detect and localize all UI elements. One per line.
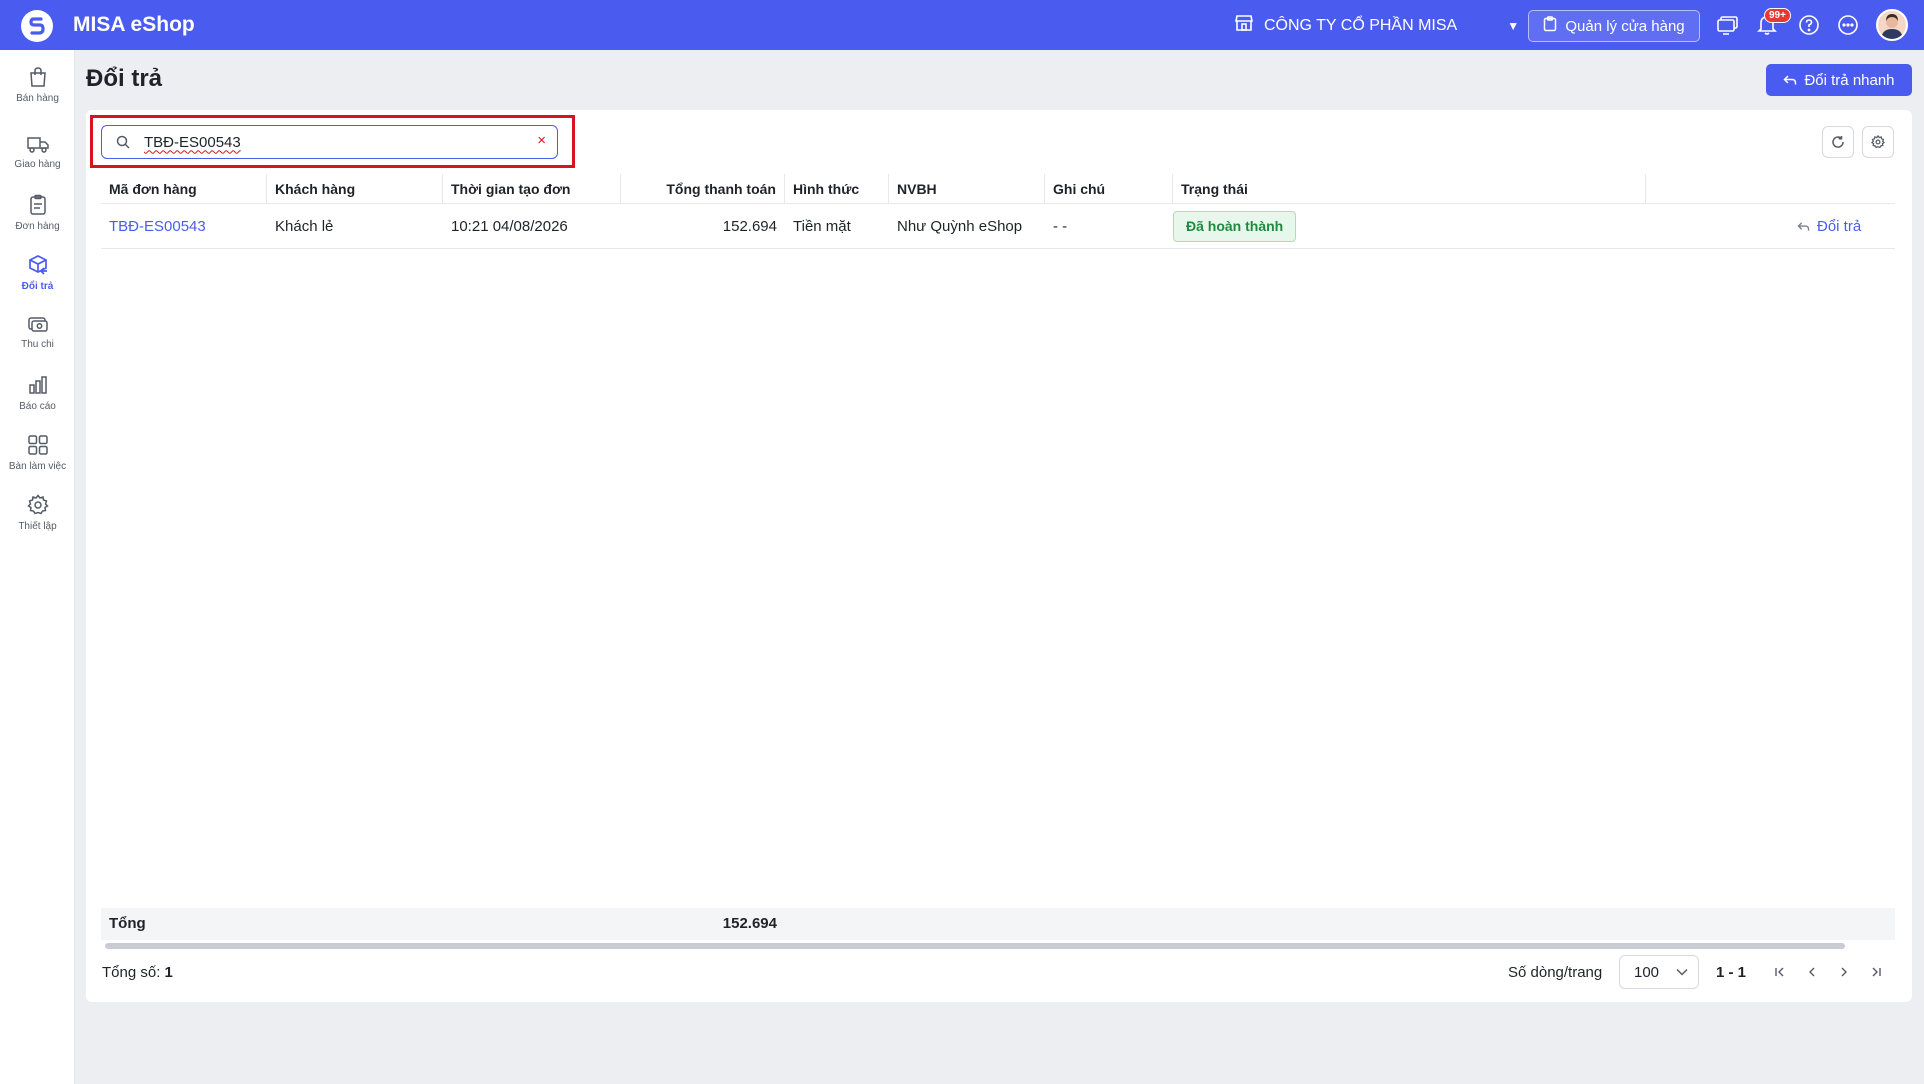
total-count-label: Tổng số: bbox=[102, 964, 161, 981]
column-header-note[interactable]: Ghi chú bbox=[1045, 174, 1173, 204]
sidebar-item-settings[interactable]: Thiết lập bbox=[0, 494, 75, 546]
column-header-staff[interactable]: NVBH bbox=[889, 174, 1045, 204]
search-value: TBĐ-ES00543 bbox=[144, 133, 241, 151]
quick-return-button[interactable]: Đổi trả nhanh bbox=[1766, 64, 1912, 96]
sidebar: Bán hàng Giao hàng Đơn hàng Đổi trả Thu … bbox=[0, 50, 75, 1084]
more-options-icon[interactable] bbox=[1836, 13, 1860, 37]
chevron-down-icon: ▼ bbox=[1507, 18, 1520, 33]
store-management-label: Quản lý cửa hàng bbox=[1565, 17, 1685, 35]
table-settings-button[interactable] bbox=[1862, 126, 1894, 158]
sidebar-item-cashflow[interactable]: Thu chi bbox=[0, 314, 75, 366]
top-bar: MISA eShop CÔNG TY CỔ PHẦN MISA ▼ Quản l… bbox=[0, 0, 1924, 50]
summary-label: Tổng bbox=[109, 915, 146, 932]
column-header-customer[interactable]: Khách hàng bbox=[267, 174, 443, 204]
page-title: Đổi trả bbox=[86, 65, 163, 92]
total-count: Tổng số: 1 bbox=[102, 962, 173, 984]
return-arrow-icon bbox=[1783, 75, 1797, 85]
grid-icon bbox=[27, 435, 48, 455]
rows-per-page-select[interactable]: 100 bbox=[1619, 955, 1699, 989]
column-header-status[interactable]: Trạng thái bbox=[1173, 174, 1646, 204]
user-avatar[interactable] bbox=[1876, 9, 1908, 41]
refresh-icon bbox=[1832, 136, 1844, 148]
status-badge: Đã hoàn thành bbox=[1173, 211, 1297, 242]
table-row[interactable]: TBĐ-ES00543 Khách lẻ 10:21 04/08/2026 15… bbox=[101, 204, 1895, 249]
total-cell: 152.694 bbox=[722, 218, 777, 235]
payment-cell: Tiền mặt bbox=[793, 218, 851, 235]
note-cell: - - bbox=[1053, 218, 1068, 235]
sidebar-item-label: Đơn hàng bbox=[15, 221, 60, 232]
column-header-total[interactable]: Tổng thanh toán bbox=[621, 174, 785, 204]
first-page-icon[interactable] bbox=[1771, 962, 1789, 982]
sidebar-item-label: Báo cáo bbox=[19, 401, 56, 412]
sidebar-item-label: Bán hàng bbox=[16, 93, 59, 104]
column-header-order-code[interactable]: Mã đơn hàng bbox=[101, 174, 267, 204]
previous-page-icon[interactable] bbox=[1803, 962, 1821, 982]
refresh-button[interactable] bbox=[1822, 126, 1854, 158]
gear-icon bbox=[26, 494, 49, 515]
customer-cell: Khách lẻ bbox=[275, 218, 334, 235]
gear-icon bbox=[1871, 135, 1885, 149]
sidebar-item-label: Bàn làm việc bbox=[8, 461, 67, 472]
sidebar-item-label: Giao hàng bbox=[14, 159, 61, 170]
sidebar-item-reports[interactable]: Báo cáo bbox=[0, 374, 75, 426]
clipboard-icon bbox=[29, 194, 46, 215]
table-header: Mã đơn hàng Khách hàng Thời gian tạo đơn… bbox=[101, 174, 1895, 204]
column-header-payment[interactable]: Hình thức bbox=[785, 174, 889, 204]
quick-return-label: Đổi trả nhanh bbox=[1804, 71, 1895, 89]
sidebar-item-label: Thu chi bbox=[21, 339, 54, 350]
chevron-down-icon bbox=[1676, 968, 1688, 976]
last-page-icon[interactable] bbox=[1867, 962, 1885, 982]
clipboard-icon bbox=[1543, 16, 1557, 36]
clear-search-icon[interactable]: × bbox=[537, 132, 546, 149]
notification-badge: 99+ bbox=[1764, 8, 1791, 23]
sidebar-item-delivery[interactable]: Giao hàng bbox=[0, 134, 75, 186]
order-code-link[interactable]: TBĐ-ES00543 bbox=[101, 204, 206, 249]
store-management-button[interactable]: Quản lý cửa hàng bbox=[1528, 10, 1700, 42]
sidebar-item-label: Thiết lập bbox=[18, 521, 57, 532]
rows-per-page-value: 100 bbox=[1634, 963, 1660, 981]
shopping-bag-icon bbox=[29, 67, 46, 87]
rows-per-page-label: Số dòng/trang bbox=[1508, 964, 1603, 981]
table-summary-row: Tổng 152.694 bbox=[101, 908, 1895, 940]
app-title: MISA eShop bbox=[73, 13, 195, 36]
sidebar-item-orders[interactable]: Đơn hàng bbox=[0, 194, 75, 246]
return-action-link[interactable]: Đổi trả bbox=[1797, 204, 1861, 249]
sidebar-item-label: Đổi trả bbox=[21, 281, 54, 292]
misa-logo-icon[interactable] bbox=[21, 10, 53, 42]
return-arrow-icon bbox=[1797, 222, 1810, 231]
store-icon bbox=[1234, 13, 1254, 38]
search-input[interactable]: TBĐ-ES00543 × bbox=[101, 125, 558, 159]
sidebar-item-workspace[interactable]: Bàn làm việc bbox=[0, 434, 75, 486]
horizontal-scrollbar[interactable] bbox=[105, 943, 1845, 949]
sidebar-item-sales[interactable]: Bán hàng bbox=[0, 66, 75, 118]
delivery-truck-icon bbox=[26, 137, 49, 153]
company-name: CÔNG TY CỔ PHẦN MISA bbox=[1264, 16, 1458, 34]
next-page-icon[interactable] bbox=[1835, 962, 1853, 982]
created-time-cell: 10:21 04/08/2026 bbox=[451, 218, 568, 235]
company-selector[interactable]: CÔNG TY CỔ PHẦN MISA ▼ bbox=[1234, 12, 1519, 39]
monitor-icon[interactable] bbox=[1716, 13, 1740, 37]
total-count-value: 1 bbox=[164, 964, 173, 981]
sidebar-item-returns[interactable]: Đổi trả bbox=[0, 254, 75, 306]
staff-cell: Như Quỳnh eShop bbox=[897, 218, 1023, 235]
column-header-created-time[interactable]: Thời gian tạo đơn bbox=[443, 174, 621, 204]
bar-chart-icon bbox=[28, 376, 47, 394]
return-box-icon bbox=[28, 255, 47, 275]
page-range: 1 - 1 bbox=[1716, 964, 1747, 981]
return-action-label: Đổi trả bbox=[1817, 218, 1862, 235]
search-icon bbox=[116, 135, 130, 149]
summary-total: 152.694 bbox=[722, 915, 777, 932]
help-icon[interactable] bbox=[1797, 13, 1821, 37]
cash-icon bbox=[27, 317, 48, 332]
